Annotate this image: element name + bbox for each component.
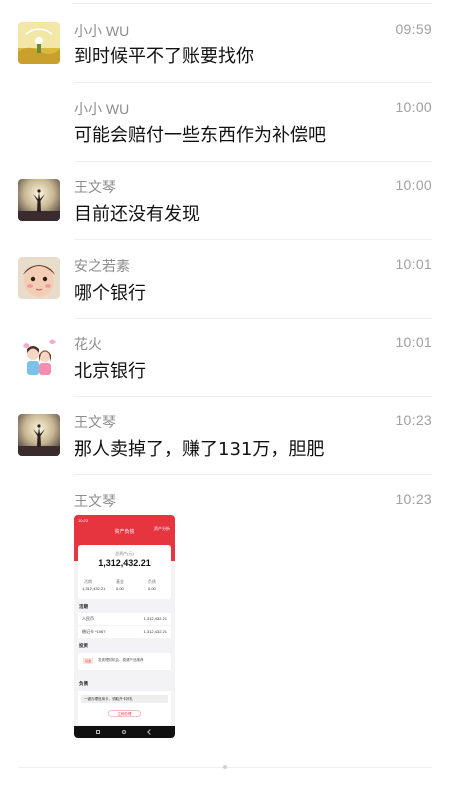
- message-divider: [74, 239, 432, 240]
- screenshot-account-row: 借记卡 *1067 1,312,432.21: [78, 626, 171, 638]
- screenshot-row-label: 借记卡 *1067: [82, 629, 106, 634]
- message-divider: [74, 474, 432, 475]
- message-time: 10:01: [395, 334, 432, 350]
- message-time: 10:23: [395, 491, 432, 507]
- field-scenery-avatar: [18, 22, 60, 64]
- screenshot-stat-label: 负债: [148, 579, 156, 584]
- scroll-indicator: [223, 765, 227, 769]
- top-divider: [72, 3, 432, 4]
- screenshot-status-time: 10:23: [78, 518, 89, 523]
- message-text: 到时候平不了账要找你: [74, 46, 254, 67]
- back-icon: [147, 729, 153, 735]
- screenshot-row-value: 1,312,432.21: [143, 616, 167, 621]
- sender-name: 小小 WU: [74, 101, 130, 117]
- sender-name: 安之若素: [74, 258, 130, 274]
- message-time: 10:01: [395, 256, 432, 272]
- screenshot-section-invest: 投资: [79, 643, 88, 648]
- cartoon-couple-avatar: [18, 336, 60, 378]
- message-text: 那人卖掉了，赚了131万，胆肥: [74, 439, 325, 460]
- message-time: 09:59: [395, 21, 432, 37]
- message-time: 10:23: [395, 412, 432, 428]
- silhouette-avatar: [18, 179, 60, 221]
- sender-name: 小小 WU: [74, 23, 130, 39]
- avatar[interactable]: [18, 336, 60, 378]
- screenshot-loan-text: 一键办理信用卡，领取开卡好礼: [81, 695, 168, 703]
- screenshot-section-debt: 负债: [79, 681, 88, 686]
- message-text: 北京银行: [74, 361, 146, 382]
- avatar[interactable]: [18, 22, 60, 64]
- sender-name: 花火: [74, 336, 102, 352]
- message-divider: [74, 318, 432, 319]
- screenshot-total-caption: 总资产(元): [115, 551, 134, 556]
- screenshot-account-row: 人民币 1,312,432.21: [78, 613, 171, 625]
- screenshot-stat-label: 活期: [84, 579, 92, 584]
- screenshot-row-label: 人民币: [82, 616, 94, 621]
- screenshot-loan-card: 一键办理信用卡，领取开卡好礼 立即办理: [78, 691, 171, 725]
- screenshot-stat-value: 1,312,432.21: [82, 586, 106, 591]
- child-portrait-avatar: [18, 257, 60, 299]
- home-icon: [122, 730, 126, 734]
- sender-name: 王文琴: [74, 414, 116, 430]
- screenshot-section-deposit: 活期: [79, 604, 88, 609]
- screenshot-stat-label: 基金: [116, 579, 124, 584]
- message-divider: [74, 82, 432, 83]
- screenshot-stat-value: 0.00: [116, 586, 124, 591]
- silhouette-avatar: [18, 414, 60, 456]
- screenshot-invest-badge: 基金: [83, 658, 93, 664]
- screenshot-nav-bar: [74, 726, 175, 738]
- message-time: 10:00: [395, 177, 432, 193]
- sender-name: 王文琴: [74, 179, 116, 195]
- avatar[interactable]: [18, 414, 60, 456]
- screenshot-loan-button: 立即办理: [108, 710, 141, 717]
- screenshot-corner-label: 资产分析: [154, 526, 170, 531]
- message-text: 可能会赔付一些东西作为补偿吧: [74, 125, 326, 146]
- message-text: 目前还没有发现: [74, 204, 200, 225]
- message-divider: [74, 161, 432, 162]
- screenshot-balance-card: 总资产(元) 1,312,432.21 活期 基金 负债 1,312,432.2…: [78, 545, 171, 599]
- sender-name: 王文琴: [74, 493, 116, 509]
- screenshot-stat-value: 0.00: [148, 586, 156, 591]
- message-divider: [74, 396, 432, 397]
- screenshot-total-amount: 1,312,432.21: [98, 558, 151, 568]
- message-text: 哪个银行: [74, 283, 146, 304]
- avatar[interactable]: [18, 179, 60, 221]
- screenshot-invest-card: 基金 发现理财机会，稳健产品推荐: [78, 653, 171, 670]
- screenshot-invest-text: 发现理财机会，稳健产品推荐: [98, 658, 144, 662]
- shared-screenshot-image[interactable]: 10:23 资产负债 资产分析 总资产(元) 1,312,432.21 活期 基…: [74, 515, 175, 738]
- message-time: 10:00: [395, 99, 432, 115]
- screenshot-row-value: 1,312,432.21: [143, 629, 167, 634]
- menu-icon: [96, 730, 100, 734]
- avatar[interactable]: [18, 257, 60, 299]
